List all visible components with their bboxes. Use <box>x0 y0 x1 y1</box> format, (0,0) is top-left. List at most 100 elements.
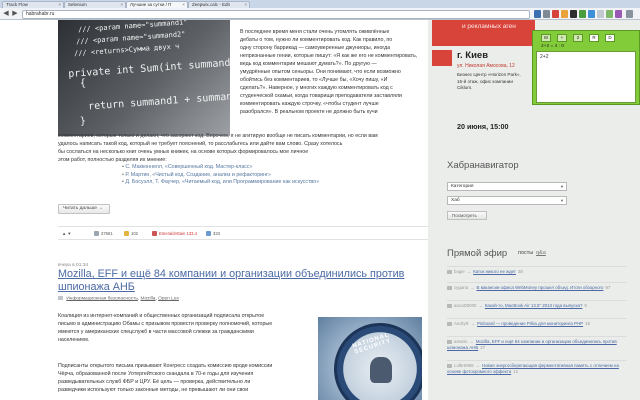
tab-track-flow[interactable]: Track Flow × <box>2 1 64 8</box>
calc-r-button[interactable]: R <box>589 34 599 42</box>
ad-address: ул. Николая Амосова, 12 <box>457 63 515 69</box>
comment-icon <box>447 321 452 326</box>
comments-count[interactable]: 323 <box>206 231 220 237</box>
ad-description: Бизнес Центр «Horizon Park», 16-й этаж, … <box>457 72 541 92</box>
extension-icon[interactable] <box>534 10 541 18</box>
eye-icon <box>94 231 99 237</box>
comment-icon <box>447 285 452 290</box>
live-item[interactable]: Lolbr0999 → Новая энергосберегающая фермен… <box>447 360 627 375</box>
tab-label: Selenium <box>68 2 87 7</box>
live-item-count: 27 <box>480 345 486 350</box>
extension-icon[interactable] <box>570 10 577 18</box>
reference-list: С. Макконнелл, «Совершенный код. Мастер-… <box>122 164 412 187</box>
extension-icon[interactable] <box>597 10 604 18</box>
live-item-link[interactable]: Каток никого не ждет <box>473 269 516 274</box>
calc-digit-button[interactable]: 2 <box>573 34 583 42</box>
reference-link[interactable]: С. Макконнелл, «Совершенный код. Мастер-… <box>122 164 412 172</box>
user-icon <box>152 231 157 237</box>
text-line: разведчики используют только законные ме… <box>58 387 249 393</box>
text-line: комментировать каждую строчку, «чтобы ст… <box>240 101 379 107</box>
category-select[interactable]: Категория ▼ <box>447 182 567 191</box>
tab-selenium[interactable]: Selenium × <box>64 1 126 8</box>
live-item[interactable]: amarin → Mozilla, EFF и ещё 84 компании и … <box>447 336 627 351</box>
extension-icon[interactable] <box>561 10 568 18</box>
text-line: разведывательных служб ФБР и ЦРУ. Её цел… <box>58 379 251 385</box>
author-name: EmeraldAttain <box>159 231 186 236</box>
tab-posts[interactable]: посты <box>518 250 533 256</box>
arrow-icon: → <box>466 269 472 274</box>
live-item-link[interactable]: Pinboard — проведение Prika для монитори… <box>477 321 583 326</box>
calc-memory-button[interactable]: M <box>541 34 551 42</box>
live-item[interactable]: cygaria → В вакансии офиса WebMoney прошел… <box>447 282 627 291</box>
hub-select[interactable]: Хаб ▼ <box>447 196 567 205</box>
author-link[interactable]: EmeraldAttain 133.4 <box>152 231 197 237</box>
post-infobar: ▲ ▼ 27661 102 EmeraldAttain 133.4 323 <box>58 226 428 240</box>
live-item-count: 12 <box>513 369 519 374</box>
menu-icon[interactable] <box>626 10 633 18</box>
live-item-count: 15 <box>585 321 590 326</box>
address-bar[interactable]: habrahabr.ru <box>22 9 530 19</box>
hub-link[interactable]: Информационная безопасность <box>66 296 137 301</box>
hub-link[interactable]: Mozilla <box>141 296 156 301</box>
vote-arrows[interactable]: ▲ ▼ <box>62 231 71 236</box>
reference-link[interactable]: Д. Босуэлл, Т. Фаучер, «Читаемый код, ил… <box>122 179 412 187</box>
live-item[interactable]: bogie → Каток никого не ждет 38 <box>447 266 627 275</box>
text-line: дебаты о том, нужно ли комментировать ко… <box>240 37 393 43</box>
text-line: ведь код комментарии мешают думать?». По… <box>240 61 377 67</box>
hub-icon <box>58 296 63 300</box>
text-line: умудрённые опытом сеньоры. Они понимают,… <box>240 69 401 75</box>
views-count: 27661 <box>94 231 113 237</box>
back-icon[interactable]: ◀ <box>2 10 10 18</box>
live-item-count: 97 <box>605 285 611 290</box>
live-feed-title: Прямой эфир <box>447 248 508 259</box>
extension-icon[interactable] <box>615 10 622 18</box>
live-item-user[interactable]: ancuD0000 <box>454 303 476 308</box>
article-paragraph-1: В последнее время меня стали очень утомл… <box>240 28 426 116</box>
calc-result: 2+2 = 4 : 0 <box>541 44 564 49</box>
view-button[interactable]: Посмотреть <box>447 211 487 220</box>
extension-icon[interactable] <box>588 10 595 18</box>
text-line: письмо в администрацию Обамы с призывом … <box>58 321 273 327</box>
text-line: бы сослаться на несколько книг очень умн… <box>58 149 309 155</box>
tab-habrahabr[interactable]: Лучшие за сутки / П × <box>126 1 188 8</box>
calc-d-button[interactable]: D <box>605 34 615 42</box>
author-karma: 133.4 <box>186 231 197 236</box>
extension-icon[interactable] <box>579 10 586 18</box>
text-line: комментариев, которые только и делают, ч… <box>58 133 378 139</box>
live-item-user[interactable]: Lolbr0999 <box>454 363 474 368</box>
text-line: Коалиция из интернет-компаний и обществе… <box>58 313 265 319</box>
forward-icon[interactable]: ▶ <box>11 10 19 18</box>
arrow-icon: → <box>469 339 474 344</box>
text-line: этом работ, полностью разделяя их мнение… <box>58 157 167 163</box>
comment-icon <box>447 339 452 344</box>
extension-icon[interactable] <box>552 10 559 18</box>
live-item[interactable]: ancuD0000 → Какой-то, MacBook Air 13.5" 20… <box>447 300 627 309</box>
arrow-icon: → <box>470 285 475 290</box>
extension-icon[interactable] <box>606 10 613 18</box>
live-item-link[interactable]: В вакансии офиса WebMoney прошел объед. … <box>477 285 604 290</box>
tab-qa[interactable]: q&a <box>536 250 546 256</box>
live-item-user[interactable]: AndryR <box>454 321 469 326</box>
chevron-down-icon: ▼ <box>560 198 564 203</box>
live-item[interactable]: AndryR → Pinboard — проведение Prika для м… <box>447 318 627 327</box>
nsa-seal-image: NATIONAL SECURITY <box>318 317 422 400</box>
calc-input[interactable]: 2+2 <box>536 51 636 103</box>
ad-date: 20 июня, 15:00 <box>457 122 509 131</box>
live-item-user[interactable]: bogie <box>454 269 465 274</box>
read-more-button[interactable]: Читать дальше → <box>58 204 110 214</box>
ad-banner-header[interactable]: и рекламных аген <box>432 20 535 46</box>
text-line: одну сторону баррикад — самоуверенные дж… <box>240 45 391 51</box>
text-line: имеются у американских спецслужб в части… <box>58 329 254 335</box>
hub-link[interactable]: Open Lex <box>158 296 179 301</box>
calc-plus-button[interactable]: + <box>557 34 567 42</box>
reference-link[interactable]: Р. Мартин, «Чистый код. Создание, анализ… <box>122 172 412 180</box>
tab-zeepwix-calc[interactable]: Zeepwix.calc - Edit × <box>188 1 250 8</box>
text-line: сделать?». Наверное, у многих каждую ком… <box>240 85 393 91</box>
extension-icon[interactable] <box>543 10 550 18</box>
favorites-count[interactable]: 102 <box>124 231 138 237</box>
live-item-link[interactable]: Какой-то, MacBook Air 13.5" 2013 года вы… <box>485 303 583 308</box>
post-title-link[interactable]: Mozilla, EFF и ещё 84 компании и организ… <box>58 268 428 294</box>
live-item-user[interactable]: cygaria <box>454 285 468 290</box>
arrow-icon: → <box>478 303 483 308</box>
live-item-user[interactable]: amarin <box>454 339 467 344</box>
